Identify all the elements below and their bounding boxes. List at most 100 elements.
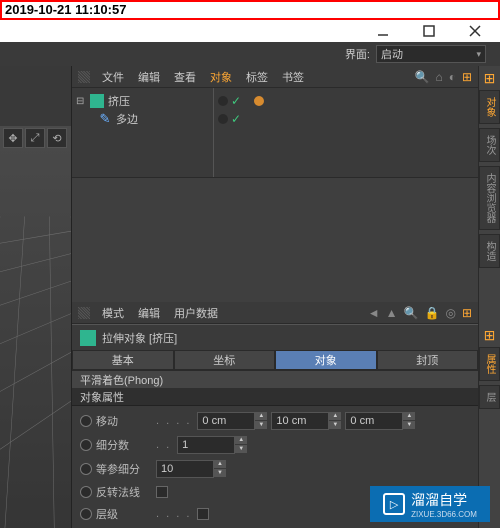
center-column: 文件 编辑 查看 对象 标签 书签 🔍 ⌂ ◐ ⊞ ⊟ 挤压	[72, 66, 478, 528]
right-sidebar: ⊞ 对象 场次 内容浏览器 构造 ⊞ 属性 层	[478, 66, 500, 528]
prop-label: 等参细分	[96, 461, 152, 477]
spinner[interactable]: ▲▼	[255, 412, 267, 430]
plus-icon[interactable]: ⊞	[462, 70, 472, 84]
move-y-input[interactable]	[271, 412, 329, 430]
rtab-attributes[interactable]: 属性	[479, 347, 500, 381]
anim-radio[interactable]	[80, 439, 92, 451]
lock-icon[interactable]: 🔒	[425, 306, 440, 320]
attr-title: 拉伸对象 [挤压]	[102, 330, 177, 346]
prop-isoparm: 等参细分 ▲▼	[80, 460, 470, 478]
phong-tag-icon[interactable]	[254, 96, 264, 106]
subdiv-input[interactable]	[177, 436, 235, 454]
interface-row: 界面: 启动 ▾	[0, 42, 500, 66]
rtab-takes[interactable]: 场次	[479, 128, 500, 162]
om-menu-tags[interactable]: 标签	[240, 69, 274, 85]
watermark-text: 溜溜自学	[411, 492, 467, 508]
viewport[interactable]	[0, 126, 71, 528]
om-menu-bookmarks[interactable]: 书签	[276, 69, 310, 85]
prop-label: 层级	[96, 506, 152, 522]
tab-basic[interactable]: 基本	[72, 350, 174, 370]
tab-caps[interactable]: 封顶	[377, 350, 479, 370]
rotate-view-icon[interactable]: ⟲	[47, 128, 67, 148]
viewport-column: ✥ ⤢ ⟲	[0, 66, 72, 528]
check-icon[interactable]: ✓	[231, 94, 241, 108]
flip-checkbox[interactable]	[156, 486, 168, 498]
prop-label: 移动	[96, 413, 152, 429]
grip-icon[interactable]	[78, 71, 90, 83]
isoparm-input[interactable]	[156, 460, 214, 478]
move-x-input[interactable]	[197, 412, 255, 430]
attr-menu-userdata[interactable]: 用户数据	[168, 305, 224, 321]
spinner[interactable]: ▲▼	[329, 412, 341, 430]
attr-tabs: 基本 坐标 对象 封顶	[72, 350, 478, 370]
minimize-button[interactable]	[376, 24, 390, 38]
collapse-icon[interactable]: ⊟	[76, 96, 86, 107]
maximize-button[interactable]	[422, 24, 436, 38]
tab-object[interactable]: 对象	[275, 350, 377, 370]
attr-object-header: 拉伸对象 [挤压]	[72, 324, 478, 350]
tree-flags: ✓ ✓	[214, 88, 478, 177]
attr-menu-edit[interactable]: 编辑	[132, 305, 166, 321]
tree-row-poly[interactable]: ✎ 多边	[76, 110, 209, 128]
check-icon[interactable]: ✓	[231, 112, 241, 126]
plus-icon[interactable]: ⊞	[482, 70, 498, 86]
watermark: ▷ 溜溜自学 ZIXUE.3D66.COM	[370, 486, 490, 522]
tree-names: ⊟ 挤压 ✎ 多边	[72, 88, 214, 177]
anim-radio[interactable]	[80, 463, 92, 475]
rtab-structure[interactable]: 构造	[479, 234, 500, 268]
visibility-dot[interactable]	[218, 114, 228, 124]
om-menu-view[interactable]: 查看	[168, 69, 202, 85]
prop-label: 细分数	[96, 437, 152, 453]
plus-icon[interactable]: ⊞	[462, 306, 472, 320]
window-titlebar	[0, 20, 500, 42]
om-menu-edit[interactable]: 编辑	[132, 69, 166, 85]
om-menu-file[interactable]: 文件	[96, 69, 130, 85]
grip-icon[interactable]	[78, 307, 90, 319]
tree-label: 多边	[116, 111, 138, 127]
close-button[interactable]	[468, 24, 482, 38]
spinner[interactable]: ▲▼	[214, 460, 226, 478]
tree-row-extrude[interactable]: ⊟ 挤压	[76, 92, 209, 110]
home-icon[interactable]: ⌂	[435, 70, 442, 84]
interface-select[interactable]: 启动 ▾	[376, 45, 486, 63]
rtab-browser[interactable]: 内容浏览器	[479, 166, 500, 230]
flag-row[interactable]: ✓	[218, 92, 474, 110]
search-icon[interactable]: 🔍	[404, 306, 419, 320]
anim-radio[interactable]	[80, 415, 92, 427]
dots: . . . .	[156, 415, 191, 427]
target-icon[interactable]: ◎	[445, 306, 455, 320]
move-z-input[interactable]	[345, 412, 403, 430]
tab-coord[interactable]: 坐标	[174, 350, 276, 370]
polygon-icon: ✎	[98, 112, 112, 126]
nav-back-icon[interactable]: ◄	[368, 306, 380, 320]
spinner[interactable]: ▲▼	[235, 436, 247, 454]
spinner[interactable]: ▲▼	[403, 412, 415, 430]
timestamp-bar: 2019-10-21 11:10:57	[0, 0, 500, 20]
chevron-down-icon: ▾	[476, 49, 481, 60]
object-manager-menu: 文件 编辑 查看 对象 标签 书签 🔍 ⌂ ◐ ⊞	[72, 66, 478, 88]
tab-phong[interactable]: 平滑着色(Phong)	[72, 370, 478, 388]
spacer	[72, 178, 478, 302]
zoom-view-icon[interactable]: ⤢	[25, 128, 45, 148]
extrude-icon	[80, 330, 96, 346]
interface-label: 界面:	[345, 46, 370, 62]
nav-up-icon[interactable]: ▲	[386, 306, 398, 320]
attr-menu-mode[interactable]: 模式	[96, 305, 130, 321]
eye-icon[interactable]: ◐	[449, 70, 456, 84]
section-header: 对象属性	[72, 388, 478, 406]
anim-radio[interactable]	[80, 486, 92, 498]
move-view-icon[interactable]: ✥	[3, 128, 23, 148]
tree-label: 挤压	[108, 93, 130, 109]
main-area: ✥ ⤢ ⟲	[0, 66, 500, 528]
anim-radio[interactable]	[80, 508, 92, 520]
flag-row[interactable]: ✓	[218, 110, 474, 128]
plus-icon[interactable]: ⊞	[482, 327, 498, 343]
om-menu-object[interactable]: 对象	[204, 69, 238, 85]
rtab-object[interactable]: 对象	[479, 90, 500, 124]
visibility-dot[interactable]	[218, 96, 228, 106]
rtab-layers[interactable]: 层	[479, 385, 500, 409]
hierarchy-checkbox[interactable]	[197, 508, 209, 520]
attr-menu: 模式 编辑 用户数据 ◄ ▲ 🔍 🔒 ◎ ⊞	[72, 302, 478, 324]
interface-value: 启动	[381, 46, 403, 62]
search-icon[interactable]: 🔍	[414, 70, 429, 84]
